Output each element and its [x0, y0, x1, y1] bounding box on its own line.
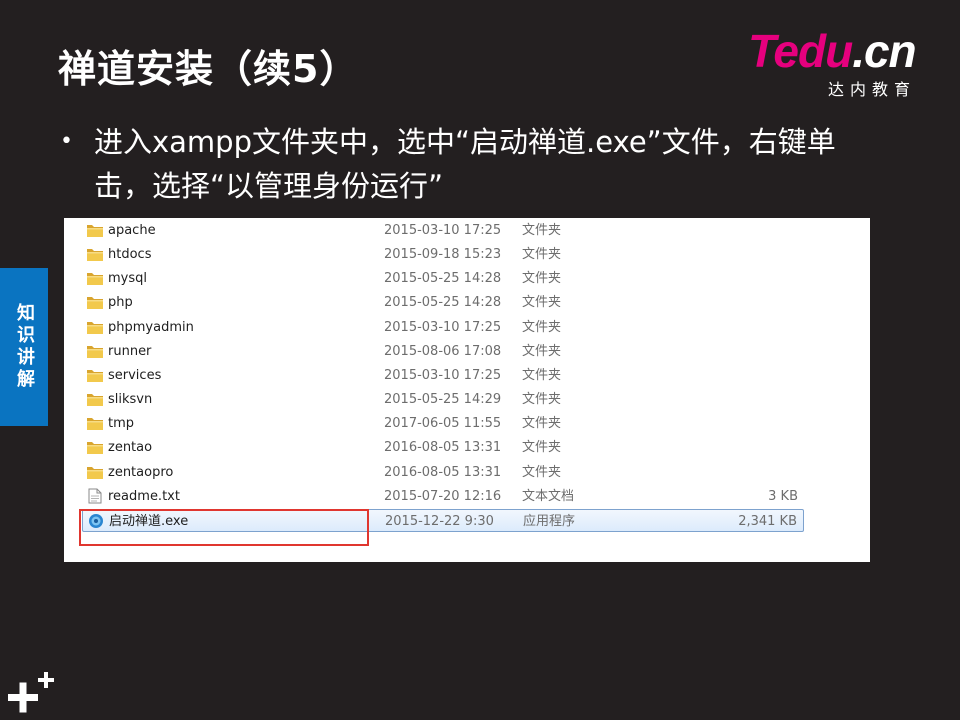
folder-icon: [86, 439, 104, 455]
file-row[interactable]: zentao 2016-08-05 13:31 文件夹: [82, 436, 804, 459]
file-row[interactable]: runner 2015-08-06 17:08 文件夹: [82, 340, 804, 363]
file-date: 2015-03-10 17:25: [384, 223, 502, 238]
file-type: 文件夹: [522, 319, 562, 335]
file-date: 2015-12-22 9:30: [385, 513, 494, 529]
file-size: 2,341 KB: [738, 513, 797, 529]
file-date: 2015-08-06 17:08: [384, 343, 502, 359]
app-icon: [87, 513, 105, 529]
file-date: 2015-07-20 12:16: [384, 488, 502, 504]
file-date: 2015-05-25 14:28: [384, 271, 502, 287]
file-row[interactable]: zentaopro 2016-08-05 13:31 文件夹: [82, 461, 804, 484]
file-name: zentao: [108, 440, 153, 456]
file-name: tmp: [108, 416, 135, 432]
side-tab-label: 知识讲解: [14, 303, 35, 391]
file-date: 2016-08-05 13:31: [384, 464, 502, 480]
file-type: 文件夹: [522, 440, 562, 456]
file-name: services: [108, 367, 162, 383]
file-name: readme.txt: [108, 488, 180, 504]
folder-icon: [86, 415, 104, 431]
file-row[interactable]: htdocs 2015-09-18 15:23 文件夹: [82, 243, 804, 266]
file-date: 2015-03-10 17:25: [384, 367, 502, 383]
folder-icon: [86, 367, 104, 383]
file-name: htdocs: [108, 247, 152, 263]
plus-icon: [8, 672, 54, 713]
explorer-screenshot: apache 2015-03-10 17:25 文件夹 htdocs 2015-09-1…: [64, 218, 870, 562]
logo-wordmark: Tedu.cn: [748, 25, 917, 77]
file-date: 2015-03-10 17:25: [384, 319, 502, 335]
file-row[interactable]: apache 2015-03-10 17:25 文件夹: [82, 219, 804, 242]
file-type: 文件夹: [522, 416, 562, 432]
file-row[interactable]: services 2015-03-10 17:25 文件夹: [82, 364, 804, 387]
file-date: 2016-08-05 13:31: [384, 440, 502, 456]
text-file-icon: [86, 488, 104, 504]
file-type: 文件夹: [522, 295, 562, 311]
file-date: 2015-05-25 14:29: [384, 392, 502, 408]
file-name: phpmyadmin: [108, 319, 194, 335]
file-row[interactable]: mysql 2015-05-25 14:28 文件夹: [82, 267, 804, 290]
slide-title: 禅道安装（续5）: [58, 47, 359, 91]
file-name: runner: [108, 343, 152, 359]
file-row[interactable]: phpmyadmin 2015-03-10 17:25 文件夹: [82, 316, 804, 339]
file-name: apache: [108, 223, 156, 238]
file-row[interactable]: readme.txt 2015-07-20 12:16 文本文档 3 KB: [82, 485, 804, 508]
file-name: zentaopro: [108, 464, 174, 480]
folder-icon: [86, 270, 104, 286]
bullet-symbol: •: [60, 129, 73, 154]
file-type: 文件夹: [522, 464, 562, 480]
file-row[interactable]: php 2015-05-25 14:28 文件夹: [82, 291, 804, 314]
file-name: mysql: [108, 271, 147, 287]
file-name: php: [108, 295, 133, 311]
folder-icon: [86, 391, 104, 407]
tedu-logo: Tedu.cn 达内教育: [748, 25, 928, 99]
file-type: 文件夹: [522, 343, 562, 359]
file-date: 2015-09-18 15:23: [384, 247, 502, 263]
file-row[interactable]: 启动禅道.exe 2015-12-22 9:30 应用程序 2,341 KB: [82, 508, 804, 532]
logo-subtitle: 达内教育: [828, 80, 917, 99]
file-row[interactable]: sliksvn 2015-05-25 14:29 文件夹: [82, 388, 804, 411]
folder-icon: [86, 464, 104, 480]
file-row[interactable]: tmp 2017-06-05 11:55 文件夹: [82, 412, 804, 435]
file-date: 2015-05-25 14:28: [384, 295, 502, 311]
folder-icon: [86, 222, 104, 238]
file-type: 应用程序: [523, 513, 576, 529]
bullet-text: 进入xampp文件夹中，选中“启动禅道.exe”文件，右键单击，选择“以管理身份…: [94, 125, 836, 203]
file-type: 文件夹: [522, 247, 562, 263]
file-size: 3 KB: [768, 488, 798, 504]
file-name: sliksvn: [108, 392, 153, 408]
folder-icon: [86, 319, 104, 335]
file-name: 启动禅道.exe: [109, 513, 189, 529]
file-date: 2017-06-05 11:55: [384, 416, 502, 432]
file-type: 文件夹: [522, 271, 562, 287]
file-type: 文件夹: [522, 392, 562, 408]
file-type: 文本文档: [522, 488, 575, 504]
folder-icon: [86, 294, 104, 310]
bullet-point: • 进入xampp文件夹中，选中“启动禅道.exe”文件，右键单击，选择“以管理…: [60, 120, 890, 208]
file-type: 文件夹: [522, 367, 562, 383]
folder-icon: [86, 246, 104, 262]
folder-icon: [86, 343, 104, 359]
file-type: 文件夹: [522, 223, 562, 238]
side-tab: 知识讲解: [0, 268, 48, 426]
